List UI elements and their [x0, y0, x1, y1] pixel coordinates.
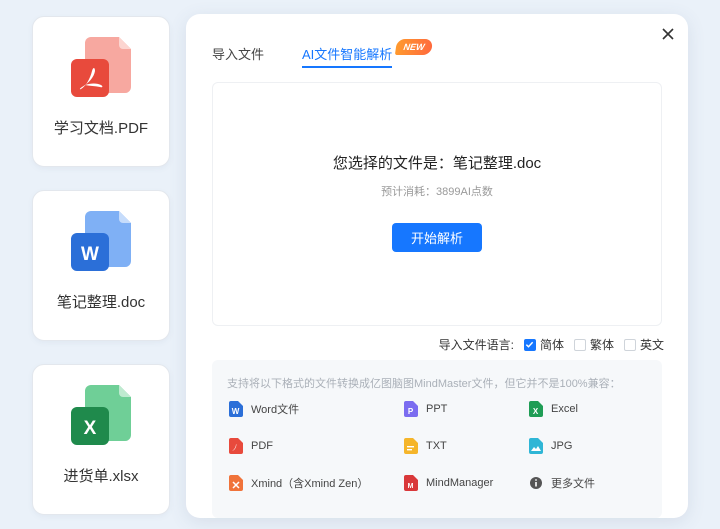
close-button[interactable] — [658, 24, 678, 44]
svg-text:M: M — [408, 483, 414, 490]
option-traditional[interactable]: 繁体 — [590, 336, 614, 353]
checkbox-simplified[interactable] — [523, 338, 536, 351]
file-card-label: 学习文档.PDF — [53, 120, 149, 137]
format-item: PDF — [229, 438, 273, 454]
svg-text:W: W — [232, 407, 240, 416]
pdf-file-icon — [71, 37, 131, 97]
more-files-icon — [530, 477, 542, 489]
format-item: X Excel — [529, 401, 578, 417]
language-selector: 导入文件语言: 简体 繁体 英文 — [439, 336, 664, 353]
file-card-pdf[interactable]: 学习文档.PDF — [32, 16, 170, 167]
svg-text:W: W — [81, 244, 99, 265]
close-icon — [662, 28, 674, 40]
option-simplified[interactable]: 简体 — [540, 336, 564, 353]
format-label: MindManager — [426, 477, 494, 489]
selected-file-panel: 您选择的文件是：笔记整理.doc 预计消耗：3899AI点数 开始解析 — [212, 82, 662, 326]
txt-icon — [404, 438, 418, 454]
ppt-icon: P — [404, 401, 418, 417]
format-item: JPG — [529, 438, 572, 454]
xmind-icon — [229, 475, 243, 491]
check-icon — [526, 341, 534, 348]
format-label: Excel — [551, 403, 578, 415]
format-label: TXT — [426, 440, 447, 452]
format-item: Xmind（含Xmind Zen） — [229, 475, 368, 491]
format-item: W Word文件 — [229, 401, 299, 417]
ai-parse-dialog: 导入文件 AI文件智能解析 NEW 您选择的文件是：笔记整理.doc 预计消耗：… — [186, 14, 688, 518]
new-badge: NEW — [395, 39, 434, 55]
supported-formats-panel: 支持将以下格式的文件转换成亿图脑图MindMaster文件，但它并不是100%兼… — [212, 360, 662, 518]
pdf-icon — [229, 438, 243, 454]
checkbox-english[interactable] — [623, 338, 636, 351]
format-label: PPT — [426, 403, 448, 415]
file-card-doc[interactable]: W 笔记整理.doc — [32, 190, 170, 341]
start-parse-button[interactable]: 开始解析 — [392, 223, 482, 252]
selected-file-text: 您选择的文件是：笔记整理.doc — [332, 155, 542, 172]
jpg-icon — [529, 438, 543, 454]
word-file-icon: W — [71, 211, 131, 271]
format-item-more[interactable]: 更多文件 — [529, 475, 595, 491]
file-card-xlsx[interactable]: X 进货单.xlsx — [32, 364, 170, 515]
svg-text:X: X — [533, 407, 539, 416]
svg-text:P: P — [408, 407, 414, 416]
format-item: P PPT — [404, 401, 447, 417]
option-english[interactable]: 英文 — [640, 336, 664, 353]
format-label: Word文件 — [251, 404, 300, 416]
file-card-label: 笔记整理.doc — [56, 294, 146, 311]
svg-text:X: X — [84, 418, 97, 439]
word-icon: W — [229, 401, 243, 417]
cost-estimate: 预计消耗：3899AI点数 — [381, 186, 493, 198]
excel-file-icon: X — [71, 385, 131, 445]
mindmanager-icon: M — [404, 475, 418, 491]
tab-ai-parse[interactable]: AI文件智能解析 NEW — [302, 39, 434, 68]
tab-label: AI文件智能解析 — [302, 47, 393, 62]
checkbox-traditional[interactable] — [573, 338, 586, 351]
format-item: M MindManager — [404, 475, 493, 491]
language-label: 导入文件语言: — [438, 338, 514, 352]
format-item: TXT — [404, 438, 447, 454]
format-label: PDF — [251, 440, 273, 452]
format-label: Xmind（含Xmind Zen） — [251, 478, 369, 490]
tab-bar: 导入文件 AI文件智能解析 NEW — [212, 39, 434, 68]
tab-import-file[interactable]: 导入文件 — [212, 44, 264, 68]
formats-description: 支持将以下格式的文件转换成亿图脑图MindMaster文件，但它并不是100%兼… — [227, 378, 621, 390]
file-card-label: 进货单.xlsx — [63, 468, 139, 485]
format-label: 更多文件 — [551, 478, 595, 490]
format-label: JPG — [551, 440, 573, 452]
excel-icon: X — [529, 401, 543, 417]
